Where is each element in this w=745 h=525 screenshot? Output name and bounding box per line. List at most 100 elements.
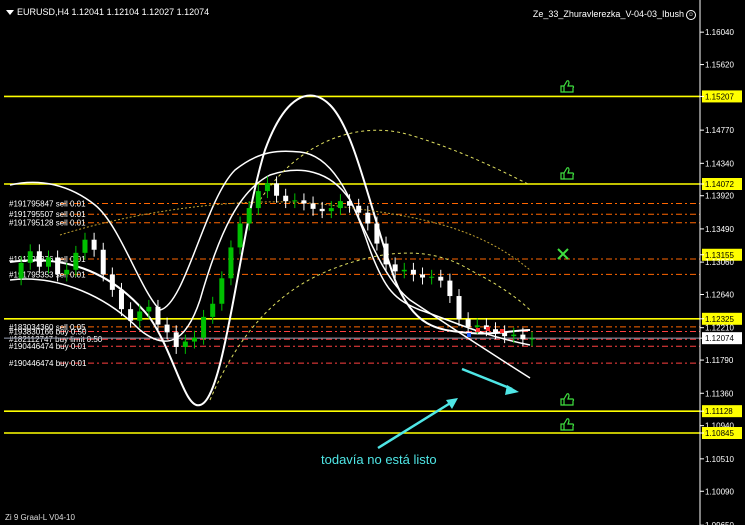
axis-tick-label: 1.10090 [705,487,734,496]
chart-svg: #191795847 sell 0.01#191795507 sell 0.01… [4,0,742,525]
candle-body[interactable] [210,303,216,317]
smiley-icon: ☺ [686,9,696,20]
candle-body[interactable] [237,223,243,248]
axis-tick-label: 1.09650 [705,521,734,525]
axis-tick-label: 1.11360 [705,389,734,398]
candle-body[interactable] [255,191,261,209]
axis-tick-label: 1.13060 [705,258,734,267]
thumbs-up-icon[interactable] [560,80,575,93]
candle-body[interactable] [447,280,453,297]
candle-body[interactable] [420,274,426,278]
axis-tick-label: 1.12074 [705,334,734,343]
candle-body[interactable] [82,239,88,253]
candle-body[interactable] [55,257,61,275]
candle-body[interactable] [337,201,343,209]
candle-body[interactable] [328,208,334,212]
order-marker-icon[interactable] [476,328,480,332]
axis-tick-label: 1.12640 [705,290,734,299]
candle-body[interactable] [429,276,435,278]
candle-body[interactable] [264,183,270,192]
expert-advisor-label[interactable]: Ze_33_Zhuravlerezka_V-04-03_Ibush ☺ [533,9,696,20]
candle-body[interactable] [401,269,407,272]
axis-tick-label: 1.11790 [705,356,734,365]
middle-envelope-curve [9,150,531,346]
axis-labels-group: 1.16040 1.15620 1.15207 1.14770 1.14340 1.140… [699,0,742,525]
axis-tick-label: 1.14340 [705,159,734,168]
annotation-text: todavía no está listo [321,452,437,467]
candle-body[interactable] [410,269,416,275]
trend-arrowhead-icon [505,385,519,395]
axis-tick-label: 1.16040 [705,28,734,37]
cross-marker-icon[interactable] [557,248,569,260]
candle-body[interactable] [283,195,289,202]
candle-body[interactable] [182,341,188,347]
thumbs-up-glyph [560,80,575,93]
thumbs-up-glyph [560,418,575,431]
axis-tick-label: 1.12210 [705,324,734,333]
candle-body[interactable] [164,324,170,333]
order-marker-icon[interactable] [486,327,490,331]
candle-body[interactable] [438,276,444,281]
candle-body[interactable] [301,200,307,204]
candle-body[interactable] [520,334,526,340]
candle-body[interactable] [219,278,225,304]
candle-body[interactable] [292,200,298,202]
candle-body[interactable] [474,325,480,327]
candle-body[interactable] [64,269,70,275]
order-marker-icon[interactable] [500,329,504,333]
thumbs-up-glyph [560,393,575,406]
candle-body[interactable] [146,306,152,312]
candle-body[interactable] [392,264,398,272]
candle-body[interactable] [201,316,207,338]
candle-body[interactable] [228,247,234,279]
candle-body[interactable] [383,243,389,265]
chart-symbol-header-icon [6,10,14,16]
axis-tick-label: 1.12325 [705,315,734,324]
candle-body[interactable] [319,208,325,212]
candle-body[interactable] [365,212,371,224]
candle-body[interactable] [173,332,179,347]
candle-body[interactable] [27,251,33,263]
candle-body[interactable] [155,306,161,325]
chart-symbol: EURUSD,H4 [17,7,70,17]
axis-tick-label: 1.10510 [705,455,734,464]
axis-tick-label: 1.15207 [705,92,734,101]
thumbs-up-icon[interactable] [560,418,575,431]
candle-body[interactable] [356,205,362,213]
candle-body[interactable] [511,334,517,337]
thumbs-up-glyph [560,167,575,180]
candle-body[interactable] [529,338,535,340]
axis-tick-label: 1.14072 [705,180,734,189]
candle-body[interactable] [456,296,462,320]
candle-body[interactable] [137,311,143,321]
indicator-footer-label: Zi 9 Graal-L V04-10 [5,513,75,522]
axis-tick-label: 1.13920 [705,192,734,201]
candle-body[interactable] [18,262,24,279]
candle-body[interactable] [493,329,499,333]
order-label: #190446474 buy 0.01 [9,359,87,368]
candle-body[interactable] [274,183,280,196]
candle-body[interactable] [128,309,134,321]
thumbs-up-icon[interactable] [560,167,575,180]
thumbs-up-icon[interactable] [560,393,575,406]
upper-envelope-curve [9,94,531,407]
candle-body[interactable] [118,289,124,310]
candle-body[interactable] [347,201,353,206]
candle-body[interactable] [465,319,471,327]
candle-body[interactable] [100,249,106,275]
order-label: #191795128 sell 0.01 [9,219,86,228]
candle-body[interactable] [91,239,97,250]
candle-body[interactable] [36,251,42,267]
order-label: #190446474 buy 0.01 [9,342,87,351]
candle-body[interactable] [246,208,252,224]
order-marker-icon[interactable] [467,333,471,337]
candle-body[interactable] [109,274,115,290]
candle-body[interactable] [374,223,380,244]
candle-body[interactable] [73,252,79,270]
candle-body[interactable] [45,257,51,267]
indicators-group [9,94,531,407]
candle-body[interactable] [310,203,316,209]
annotation-arrow-line [377,400,453,450]
candle-body[interactable] [191,337,197,342]
markers-group [377,80,575,450]
